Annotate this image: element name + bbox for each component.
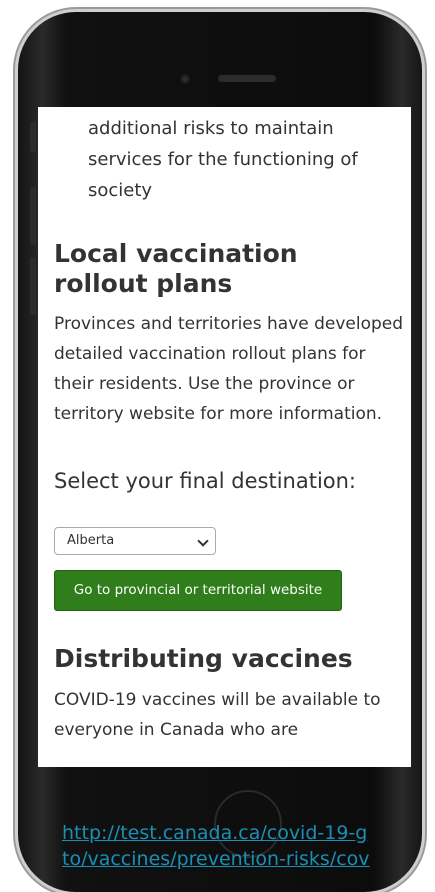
local-rollout-paragraph: Provinces and territories have developed… — [54, 314, 404, 424]
destination-select[interactable]: Alberta — [54, 527, 216, 555]
local-rollout-heading: Local vaccination rollout plans — [54, 239, 298, 298]
destination-select-label: Select your final destination: — [54, 469, 357, 493]
distributing-heading: Distributing vaccines — [54, 644, 353, 673]
page-content: additional risks to maintain services fo… — [54, 107, 404, 740]
page-url-link-continued[interactable]: to/vaccines/prevention-risks/cov — [62, 846, 435, 872]
go-to-website-button[interactable]: Go to provincial or territorial website — [54, 570, 342, 611]
volume-up-button — [30, 187, 36, 245]
front-camera-icon — [180, 74, 190, 84]
list-item-continuation: additional risks to maintain services fo… — [88, 118, 358, 201]
distributing-paragraph: COVID-19 vaccines will be available to e… — [54, 690, 381, 740]
volume-down-button — [30, 257, 36, 315]
page-url-link[interactable]: http://test.canada.ca/covid-19-g — [62, 820, 435, 846]
earpiece-speaker — [218, 75, 276, 82]
destination-select-value: Alberta — [67, 533, 115, 548]
chevron-down-icon — [197, 535, 209, 547]
mute-switch — [30, 122, 36, 152]
phone-screen: additional risks to maintain services fo… — [38, 107, 411, 767]
